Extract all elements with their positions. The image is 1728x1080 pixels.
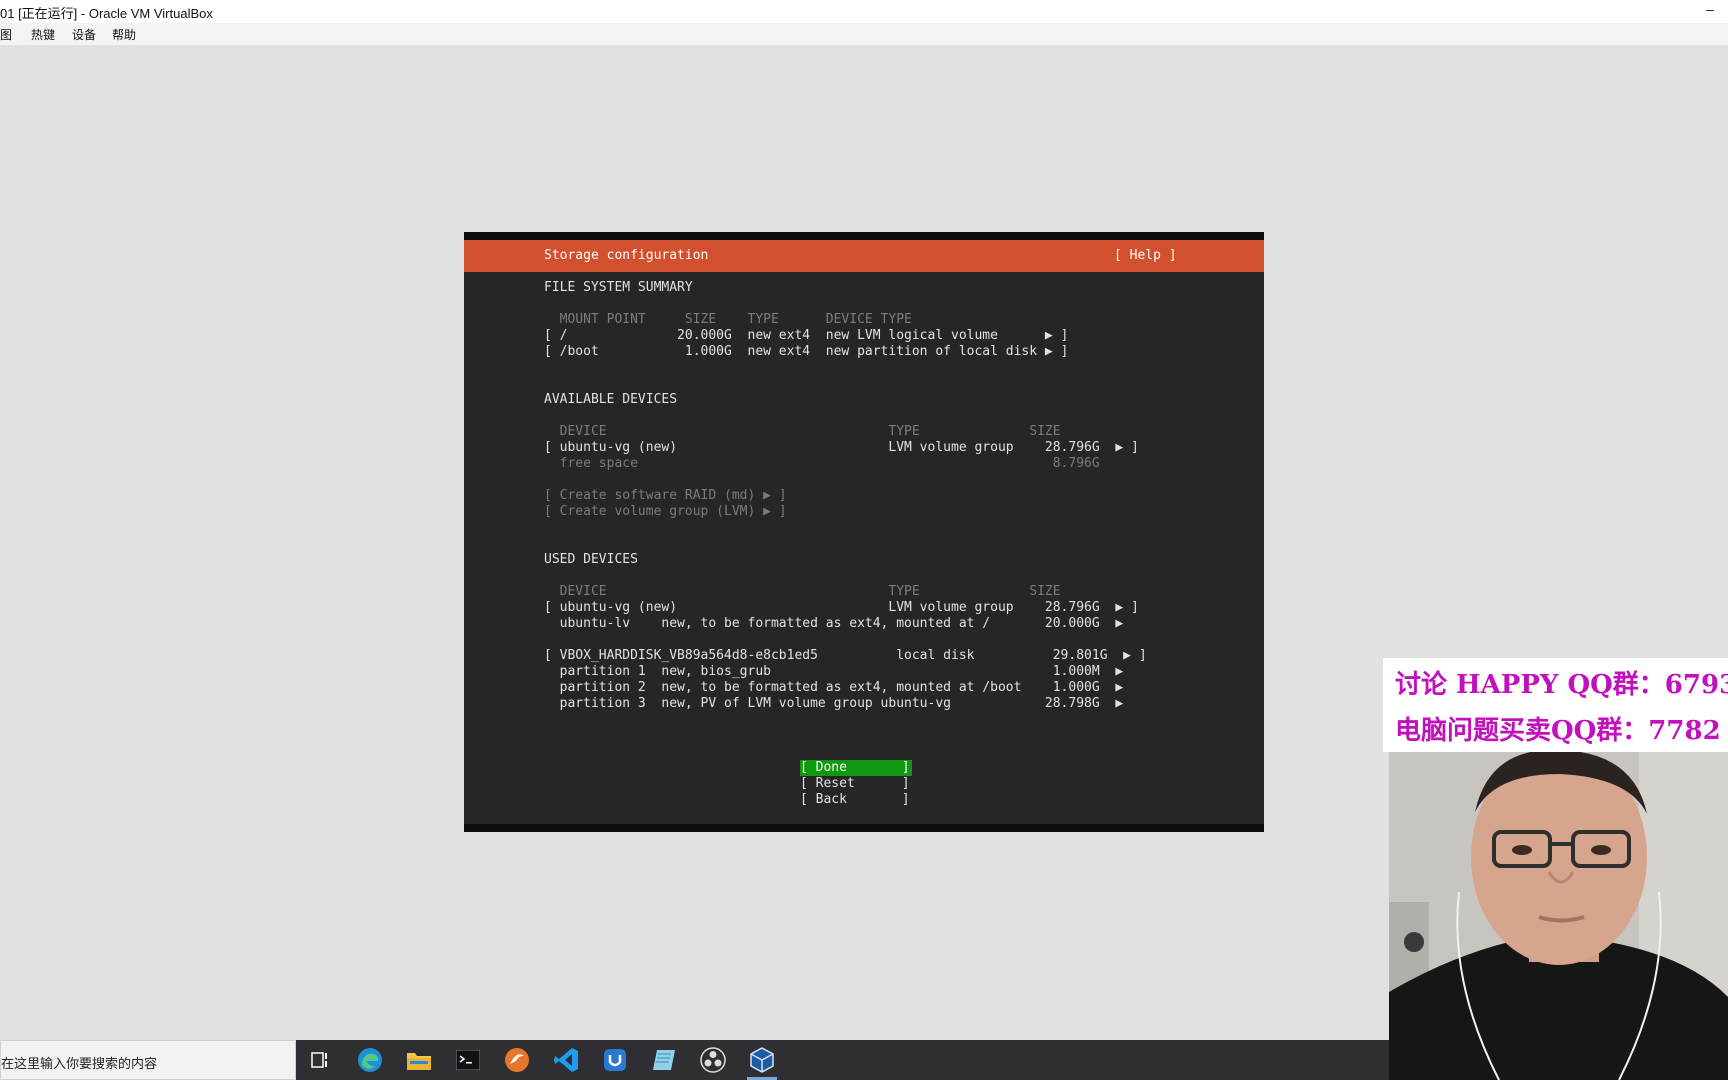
taskbar-search-box[interactable]: 在这里输入你要搜索的内容 [0, 1040, 296, 1080]
used-row-partition-1[interactable]: partition 1 new, bios_grub 1.000M ▶ [544, 664, 1124, 680]
installer-header: Storage configuration [ Help ] [464, 240, 1264, 272]
window-title: 01 [正在运行] - Oracle VM VirtualBox [0, 6, 213, 21]
used-row-ubuntu-vg[interactable]: [ ubuntu-vg (new) LVM volume group 28.79… [544, 600, 1139, 616]
available-devices-header: DEVICE TYPE SIZE [544, 424, 1061, 439]
fs-summary-header: MOUNT POINT SIZE TYPE DEVICE TYPE [544, 312, 912, 327]
app-blue-icon[interactable] [592, 1040, 638, 1080]
help-button[interactable]: [ Help ] [1114, 248, 1177, 263]
used-row-ubuntu-lv[interactable]: ubuntu-lv new, to be formatted as ext4, … [544, 616, 1124, 632]
create-volume-group-button[interactable]: [ Create volume group (LVM) ▶ ] [544, 504, 787, 520]
used-row-vbox-harddisk[interactable]: [ VBOX_HARDDISK_VB89a564d8-e8cb1ed5 loca… [544, 648, 1147, 664]
window-titlebar: 01 [正在运行] - Oracle VM VirtualBox – [0, 0, 1728, 23]
vm-bottom-border [464, 824, 1264, 832]
menu-hotkeys[interactable]: 热键 [31, 26, 55, 43]
used-devices-header: DEVICE TYPE SIZE [544, 584, 1061, 599]
done-button[interactable]: [ Done ] [800, 760, 912, 776]
create-raid-button[interactable]: [ Create software RAID (md) ▶ ] [544, 488, 787, 504]
webcam-picture [1389, 752, 1728, 1080]
task-view-icon[interactable] [297, 1040, 343, 1080]
fs-row-boot[interactable]: [ /boot 1.000G new ext4 new partition of… [544, 344, 1068, 360]
menu-help[interactable]: 帮助 [112, 26, 136, 43]
used-row-partition-2[interactable]: partition 2 new, to be formatted as ext4… [544, 680, 1124, 696]
vscode-icon[interactable] [543, 1040, 589, 1080]
stream-banner: 讨论 HAPPY QQ群：6793 电脑问题买卖QQ群：7782 [1383, 658, 1728, 752]
back-button[interactable]: [ Back ] [800, 792, 912, 808]
menu-bar: 视图 热键 设备 帮助 [0, 23, 1728, 45]
fs-summary-heading: FILE SYSTEM SUMMARY [544, 280, 693, 295]
available-row-ubuntu-vg[interactable]: [ ubuntu-vg (new) LVM volume group 28.79… [544, 440, 1139, 456]
virtualbox-icon[interactable] [739, 1040, 785, 1080]
reset-button[interactable]: [ Reset ] [800, 776, 912, 792]
banner-line-1: 讨论 HAPPY QQ群：6793 [1395, 670, 1728, 700]
webcam-feed [1389, 752, 1728, 1080]
edge-icon[interactable] [347, 1040, 393, 1080]
minimize-icon[interactable]: – [1692, 0, 1728, 23]
menu-devices[interactable]: 设备 [72, 26, 96, 43]
installer-title: Storage configuration [544, 248, 709, 263]
terminal-icon[interactable] [445, 1040, 491, 1080]
vm-top-border [464, 232, 1264, 240]
used-devices-heading: USED DEVICES [544, 552, 638, 567]
file-explorer-icon[interactable] [396, 1040, 442, 1080]
notepad-icon[interactable] [641, 1040, 687, 1080]
available-row-free-space: free space 8.796G [544, 456, 1100, 471]
obs-icon[interactable] [690, 1040, 736, 1080]
fs-row-root[interactable]: [ / 20.000G new ext4 new LVM logical vol… [544, 328, 1068, 344]
app-orange-icon[interactable] [494, 1040, 540, 1080]
search-placeholder: 在这里输入你要搜索的内容 [1, 1056, 158, 1071]
menu-view[interactable]: 视图 [0, 26, 12, 43]
banner-line-2: 电脑问题买卖QQ群：7782 [1395, 716, 1721, 746]
taskbar: 在这里输入你要搜索的内容 [0, 1040, 1389, 1080]
available-devices-heading: AVAILABLE DEVICES [544, 392, 678, 407]
used-row-partition-3[interactable]: partition 3 new, PV of LVM volume group … [544, 696, 1124, 712]
vm-display[interactable]: Storage configuration [ Help ] FILE SYST… [464, 232, 1264, 832]
